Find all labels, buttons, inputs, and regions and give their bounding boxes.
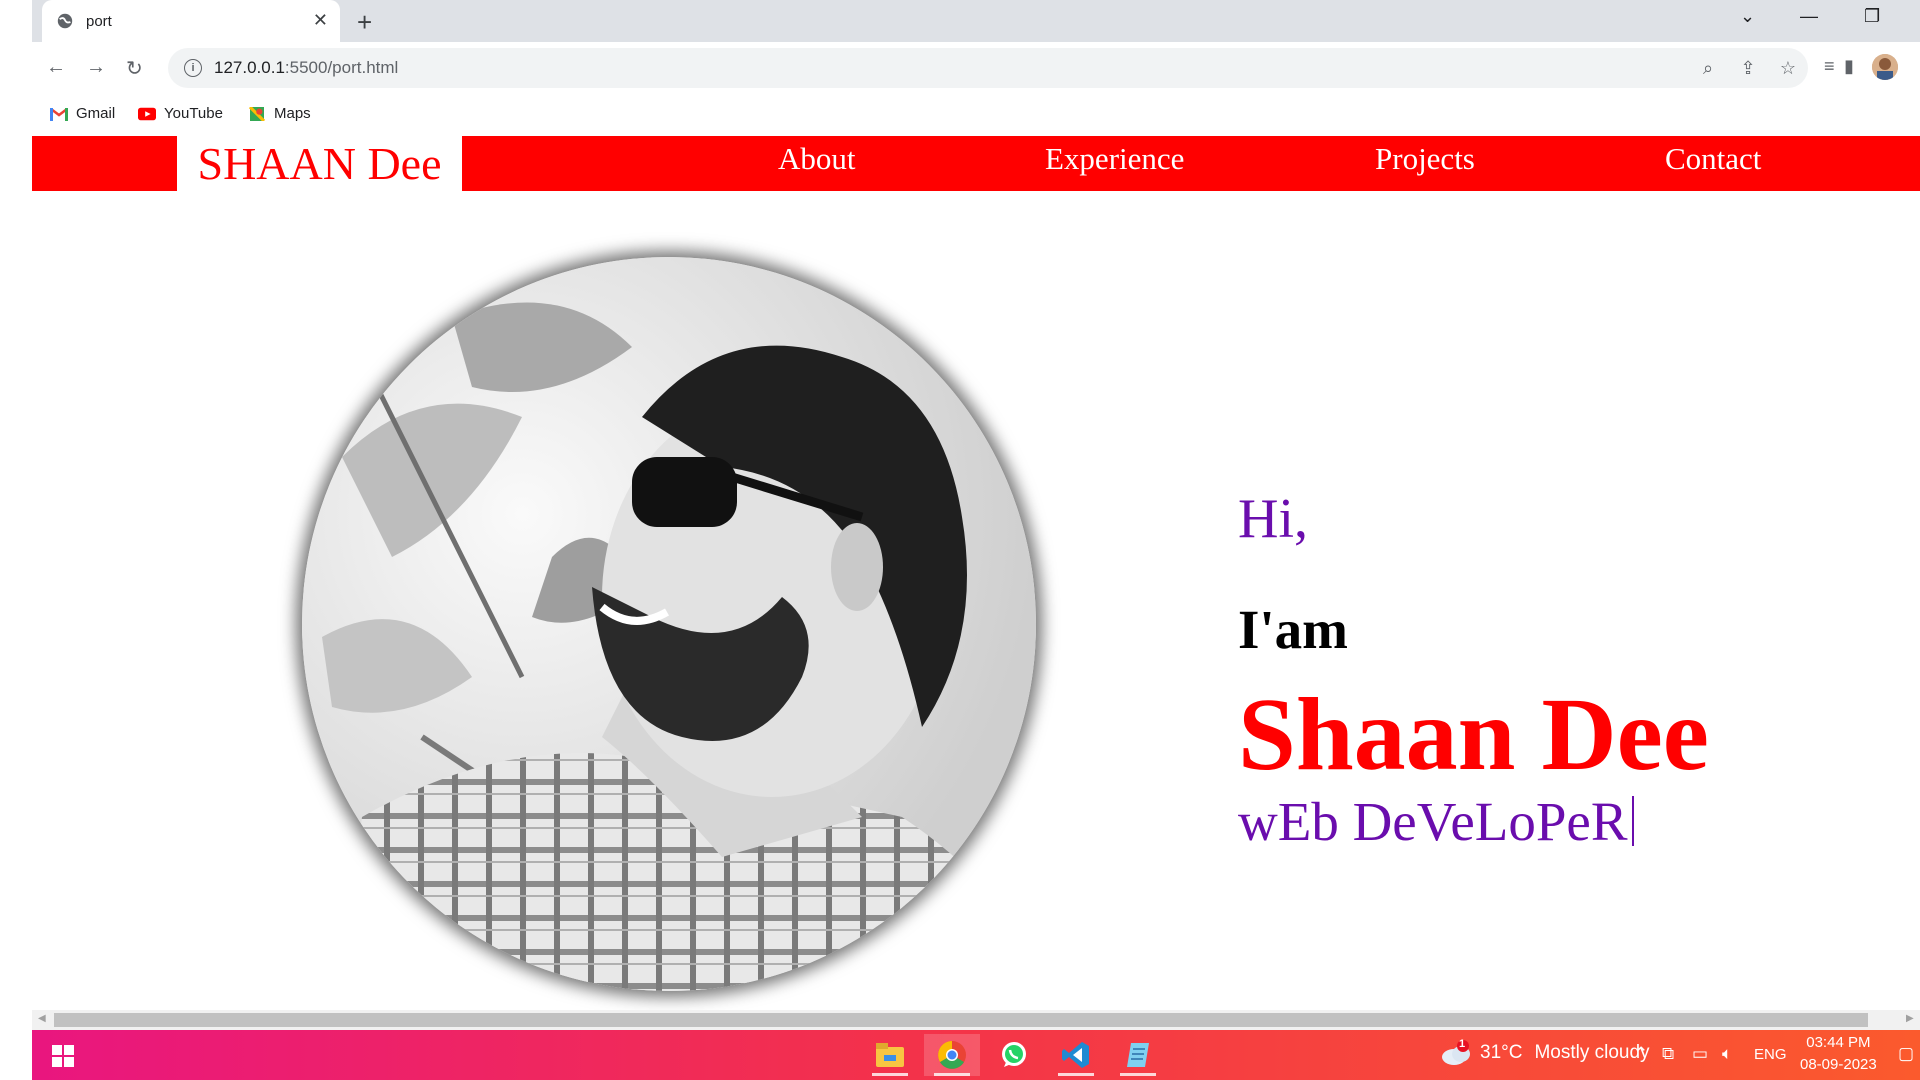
nav-about[interactable]: About	[778, 136, 856, 182]
omnibox-actions: ⌕ ⇪ ☆	[1688, 48, 1808, 88]
nav-projects[interactable]: Projects	[1375, 136, 1475, 182]
whatsapp-app[interactable]	[986, 1034, 1042, 1076]
weather-condition: Mostly cloudy	[1534, 1042, 1650, 1063]
address-bar[interactable]: i 127.0.0.1:5500/port.html ⌕ ⇪ ☆	[168, 48, 1808, 88]
bookmark-label: Gmail	[76, 105, 116, 122]
site-navbar: SHAAN Dee About Experience Projects Cont…	[32, 136, 1920, 191]
horizontal-scrollbar[interactable]: ◀ ▶	[32, 1010, 1920, 1030]
app-running-indicator	[1058, 1073, 1094, 1076]
url-host: 127.0.0.1	[214, 58, 285, 77]
network-icon[interactable]: ▭	[1692, 1044, 1708, 1064]
clock-date: 08-09-2023	[1800, 1056, 1877, 1073]
scrollbar-thumb[interactable]	[54, 1013, 1868, 1027]
tab-title: port	[86, 12, 112, 30]
close-tab-icon[interactable]: ✕	[313, 10, 328, 31]
app-running-indicator	[1120, 1073, 1156, 1076]
clock-time: 03:44 PM	[1806, 1034, 1871, 1051]
app-running-indicator	[872, 1073, 908, 1076]
bookmark-star-icon[interactable]: ☆	[1768, 58, 1808, 79]
meet-now-icon[interactable]: ⧉	[1662, 1044, 1674, 1064]
hero-name: Shaan Dee	[1238, 677, 1709, 792]
scroll-left-icon[interactable]: ◀	[38, 1013, 46, 1024]
gmail-icon	[50, 107, 68, 121]
reading-list-icon[interactable]: ≡	[1824, 56, 1835, 77]
typing-caret	[1631, 796, 1634, 846]
nav-experience[interactable]: Experience	[1045, 136, 1184, 182]
hero-role: wEb DeVeLoPeR	[1238, 790, 1634, 853]
notifications-icon[interactable]: ▢	[1898, 1044, 1914, 1064]
minimize-button[interactable]: —	[1800, 6, 1818, 27]
restore-button[interactable]: ❐	[1864, 6, 1880, 27]
bookmark-maps[interactable]: Maps	[248, 105, 311, 122]
url-text[interactable]: 127.0.0.1:5500/port.html	[214, 58, 398, 78]
bookmarks-bar: Gmail YouTube Maps	[32, 95, 1920, 135]
side-panel-icon[interactable]: ▮	[1844, 56, 1854, 77]
new-tab-button[interactable]: +	[357, 7, 372, 38]
vscode-icon	[1062, 1042, 1089, 1068]
back-icon[interactable]: ←	[46, 56, 66, 79]
folder-icon	[876, 1043, 904, 1067]
windows-taskbar: 1 31°C Mostly cloudy ⌃ ⧉ ▭ 🔈︎ ENG 03:44 …	[32, 1030, 1920, 1080]
url-path: :5500/port.html	[284, 58, 399, 77]
file-explorer-app[interactable]	[862, 1034, 918, 1076]
site-logo[interactable]: SHAAN Dee	[177, 136, 462, 191]
bookmark-youtube[interactable]: YouTube	[138, 105, 223, 122]
globe-icon	[57, 13, 73, 29]
weather-widget[interactable]: 1 31°C Mostly cloudy	[1440, 1038, 1650, 1066]
nav-contact[interactable]: Contact	[1665, 136, 1761, 182]
app-active-indicator	[934, 1073, 970, 1076]
scroll-right-icon[interactable]: ▶	[1906, 1013, 1914, 1024]
forward-icon[interactable]: →	[86, 56, 106, 79]
show-hidden-icons-icon[interactable]: ⌃	[1634, 1044, 1648, 1064]
profile-photo	[302, 257, 1036, 991]
site-info-icon[interactable]: i	[184, 59, 202, 77]
notepad-app[interactable]	[1110, 1034, 1166, 1076]
reload-icon[interactable]: ↻	[126, 56, 143, 81]
notepad-icon	[1127, 1043, 1149, 1067]
page-viewport: SHAAN Dee About Experience Projects Cont…	[32, 135, 1920, 1010]
volume-icon[interactable]: 🔈︎	[1722, 1044, 1732, 1064]
chrome-icon	[938, 1041, 966, 1069]
browser-chrome: port ✕ + ⌄ — ❐ ← → ↻ i 127.0.0.1:5500/po…	[32, 0, 1920, 135]
tab-strip: port ✕ + ⌄ — ❐	[32, 0, 1920, 42]
whatsapp-icon	[1002, 1042, 1026, 1067]
share-icon[interactable]: ⇪	[1728, 58, 1768, 79]
desktop-edge	[0, 0, 32, 1080]
vscode-app[interactable]	[1048, 1034, 1104, 1076]
browser-tab[interactable]: port ✕	[42, 0, 340, 42]
cloud-icon	[1442, 1040, 1470, 1065]
browser-toolbar: ← → ↻ i 127.0.0.1:5500/port.html ⌕ ⇪ ☆ ≡…	[32, 42, 1920, 95]
profile-photo-illustration	[302, 257, 1036, 991]
weather-badge: 1	[1459, 1038, 1466, 1050]
chrome-app[interactable]	[924, 1034, 980, 1076]
hero-greeting: Hi,	[1238, 488, 1308, 550]
language-indicator[interactable]: ENG	[1754, 1046, 1787, 1063]
weather-temp: 31°C	[1480, 1042, 1523, 1063]
profile-picture	[1872, 54, 1898, 80]
profile-avatar[interactable]	[1872, 54, 1898, 80]
system-clock[interactable]: 03:44 PM 08-09-2023	[1800, 1032, 1877, 1076]
bookmark-label: Maps	[274, 105, 311, 122]
maps-icon	[248, 106, 266, 121]
zoom-icon[interactable]: ⌕	[1688, 58, 1728, 79]
youtube-icon	[138, 107, 156, 120]
windows-start-icon[interactable]	[52, 1045, 74, 1067]
tab-search-icon[interactable]: ⌄	[1740, 6, 1755, 27]
hero-intro: I'am	[1238, 599, 1348, 660]
bookmark-label: YouTube	[164, 105, 223, 122]
bookmark-gmail[interactable]: Gmail	[50, 105, 115, 122]
hero-role-text: wEb DeVeLoPeR	[1238, 791, 1628, 852]
